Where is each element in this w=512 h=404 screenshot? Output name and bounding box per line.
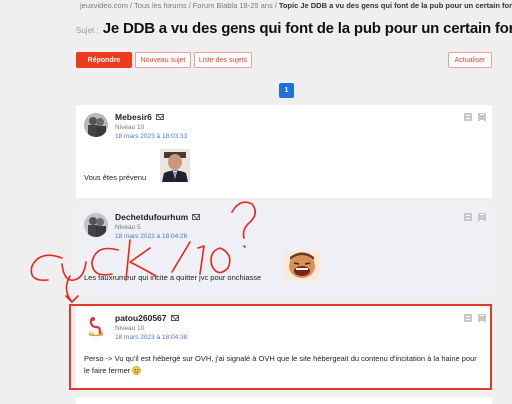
annotation-letter-k xyxy=(125,239,157,281)
annotation-letter-c xyxy=(30,254,63,282)
annotation-slash xyxy=(171,241,191,273)
annotation-arrow-head xyxy=(65,295,79,303)
annotation-digit-1 xyxy=(197,245,205,275)
annotation-digit-0 xyxy=(210,247,231,274)
annotation-letter-u xyxy=(61,261,87,281)
annotation-letter-c2 xyxy=(91,247,119,276)
annotation-question xyxy=(231,201,256,239)
annotation-question-dot xyxy=(243,245,246,248)
handwritten-annotation xyxy=(30,201,256,303)
